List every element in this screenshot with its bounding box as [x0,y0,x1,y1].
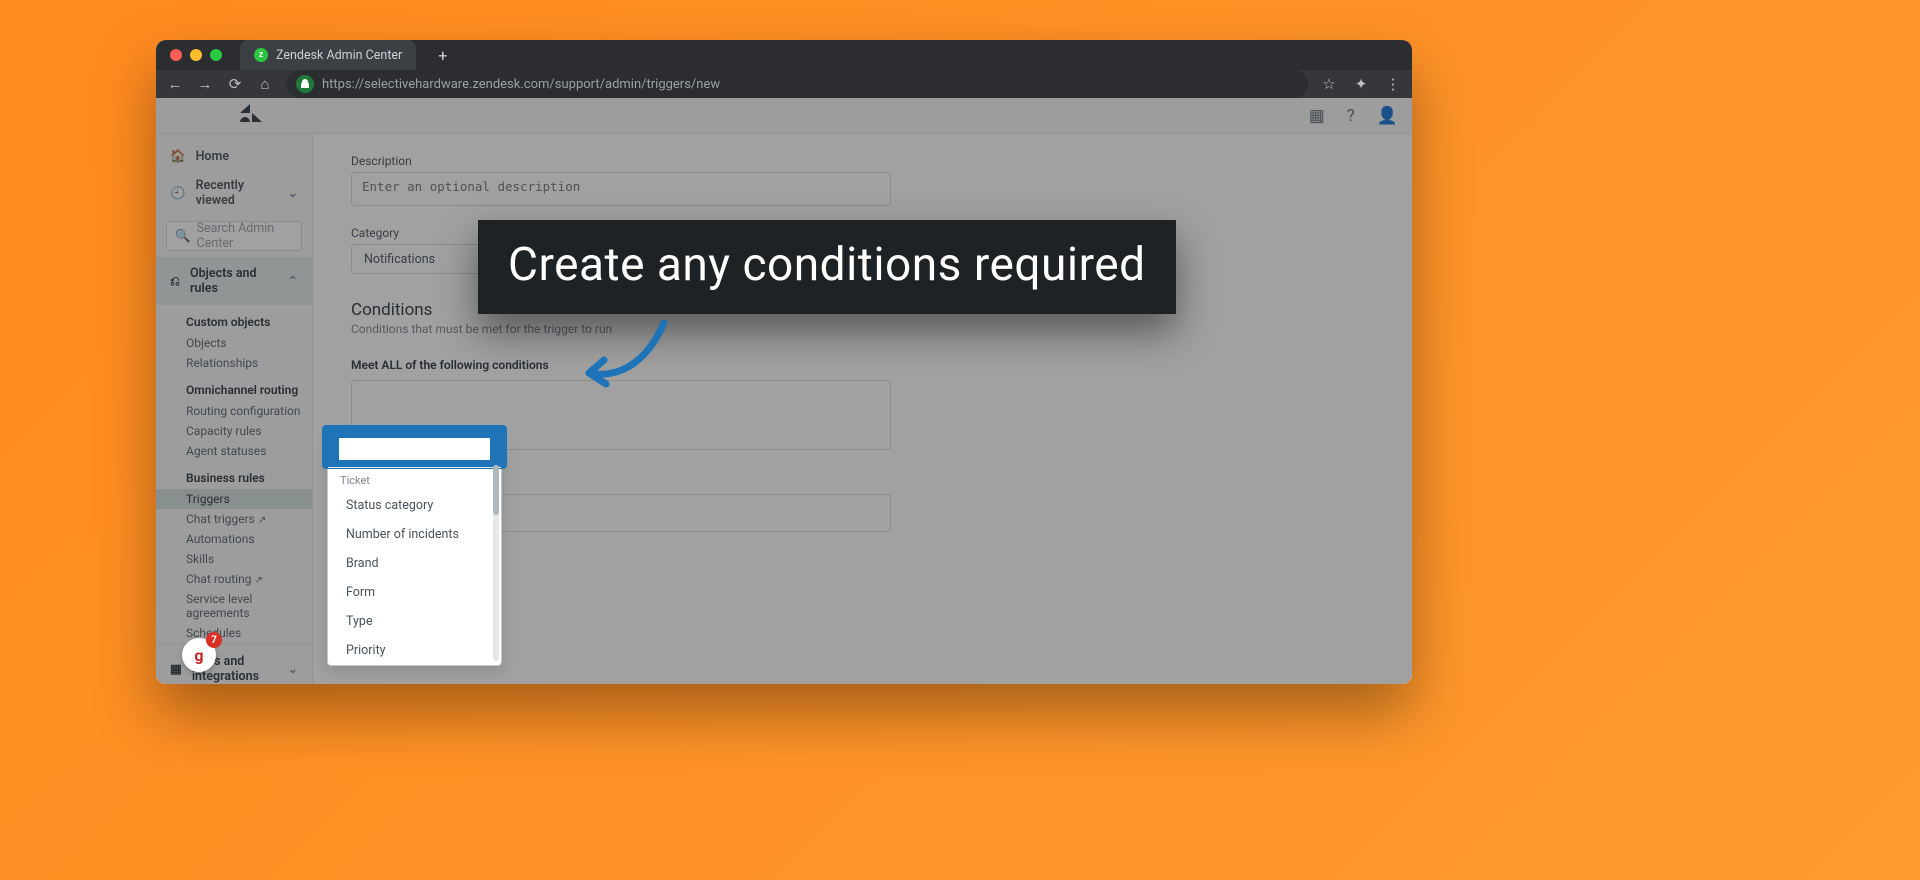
address-text: https://selectivehardware.zendesk.com/su… [322,77,720,92]
help-icon[interactable]: ? [1347,106,1355,126]
bookmark-icon[interactable]: ☆ [1320,75,1338,93]
sidebar-item-agent-statuses[interactable]: Agent statuses [156,441,312,461]
dropdown-scrollbar[interactable] [493,465,499,661]
sidebar-item-routing-config[interactable]: Routing configuration [156,401,312,421]
chevron-down-icon: ⌄ [288,185,298,201]
forward-button[interactable]: → [196,75,214,93]
dropdown-item-form[interactable]: Form [328,578,501,607]
notification-count: 7 [206,632,222,648]
avatar-letter: g [194,646,203,665]
sidebar-search-placeholder: Search Admin Center [197,221,293,251]
sidebar-item-triggers[interactable]: Triggers [156,489,312,509]
maximize-window-icon[interactable] [210,49,222,61]
minimize-window-icon[interactable] [190,49,202,61]
dropdown-item-type[interactable]: Type [328,607,501,636]
sidebar-item-automations[interactable]: Automations [156,529,312,549]
external-link-icon: ↗ [258,515,266,526]
sidebar-head-omnichannel: Omnichannel routing [156,373,312,401]
sidebar-home-label: Home [196,149,230,164]
browser-window: z Zendesk Admin Center + ← → ⟳ ⌂ https:/… [156,40,1412,684]
external-link-icon: ↗ [254,575,262,586]
sidebar-recent[interactable]: 🕘 Recently viewed ⌄ [156,171,312,215]
sidebar-item-skills[interactable]: Skills [156,549,312,569]
close-window-icon[interactable] [170,49,182,61]
home-icon: 🏠 [170,149,186,164]
sidebar-home[interactable]: 🏠 Home [156,142,312,171]
sidebar-section-objects-rules[interactable]: ⎌ Objects and rules ⌃ [156,257,312,305]
site-secure-icon [296,75,314,93]
browser-tab[interactable]: z Zendesk Admin Center [240,40,416,70]
sidebar: 🏠 Home 🕘 Recently viewed ⌄ 🔍 Search Admi… [156,134,313,684]
url-bar: ← → ⟳ ⌂ https://selectivehardware.zendes… [156,70,1412,98]
window-controls[interactable] [170,49,222,61]
dropdown-group-ticket: Ticket [328,467,501,491]
main-content: Description Category Notifications ⌄ Con… [313,134,1412,684]
address-bar[interactable]: https://selectivehardware.zendesk.com/su… [286,70,1308,98]
meet-all-label: Meet ALL of the following conditions [351,358,1374,372]
zendesk-logo [240,104,262,127]
search-icon: 🔍 [175,229,191,244]
profile-icon[interactable]: 👤 [1377,106,1398,126]
apps-icon: ▦ [170,661,182,677]
reload-button[interactable]: ⟳ [226,75,244,93]
app-topbar: ▦ ? 👤 [156,98,1412,134]
clock-icon: 🕘 [170,186,186,201]
conditions-subtitle: Conditions that must be met for the trig… [351,322,1374,336]
back-button[interactable]: ← [166,75,184,93]
sidebar-item-chat-triggers[interactable]: Chat triggers↗ [156,509,312,529]
app-frame: ▦ ? 👤 🏠 Home 🕘 Recently viewed ⌄ 🔍 Searc… [156,98,1412,684]
sidebar-apps-integrations[interactable]: ▦ Apps and integrations ⌄ [156,643,312,684]
actions-title: Ac [351,552,1374,572]
description-input[interactable] [351,172,891,206]
meet-any-label: Me [351,472,1374,486]
dropdown-item-status-category[interactable]: Status category [328,491,501,520]
chevron-down-icon: ⌄ [288,661,298,677]
rules-icon: ⎌ [170,274,180,289]
tab-favicon-icon: z [254,48,268,62]
sidebar-head-custom-objects: Custom objects [156,305,312,333]
home-button[interactable]: ⌂ [256,75,274,93]
category-value: Notifications [364,252,435,267]
condition-field-dropdown[interactable]: Ticket Status category Number of inciden… [327,430,502,666]
browser-tab-bar: z Zendesk Admin Center + [156,40,1412,70]
sidebar-item-objects[interactable]: Objects [156,333,312,353]
sidebar-item-relationships[interactable]: Relationships [156,353,312,373]
sidebar-item-capacity[interactable]: Capacity rules [156,421,312,441]
sidebar-section-label: Objects and rules [190,266,278,296]
floating-avatar-badge[interactable]: g 7 [182,638,216,672]
description-label: Description [351,154,1374,168]
browser-menu-icon[interactable]: ⋮ [1384,75,1402,93]
tab-title: Zendesk Admin Center [276,48,402,63]
chevron-up-icon: ⌃ [288,273,298,289]
sidebar-item-chat-routing[interactable]: Chat routing↗ [156,569,312,589]
sidebar-item-sla[interactable]: Service level agreements [156,589,312,623]
sidebar-search[interactable]: 🔍 Search Admin Center [166,221,302,251]
sidebar-head-business-rules: Business rules [156,461,312,489]
dropdown-search-input[interactable] [338,437,491,461]
extensions-icon[interactable]: ✦ [1352,75,1370,93]
new-tab-button[interactable]: + [438,46,447,65]
dropdown-item-brand[interactable]: Brand [328,549,501,578]
dropdown-item-incidents[interactable]: Number of incidents [328,520,501,549]
apps-grid-icon[interactable]: ▦ [1309,106,1325,126]
dropdown-item-priority[interactable]: Priority [328,636,501,665]
sidebar-item-schedules[interactable]: Schedules [156,623,312,643]
instruction-callout: Create any conditions required [478,220,1176,314]
actions-subtitle: Ac satisfied [351,586,1374,601]
sidebar-recent-label: Recently viewed [196,178,278,208]
